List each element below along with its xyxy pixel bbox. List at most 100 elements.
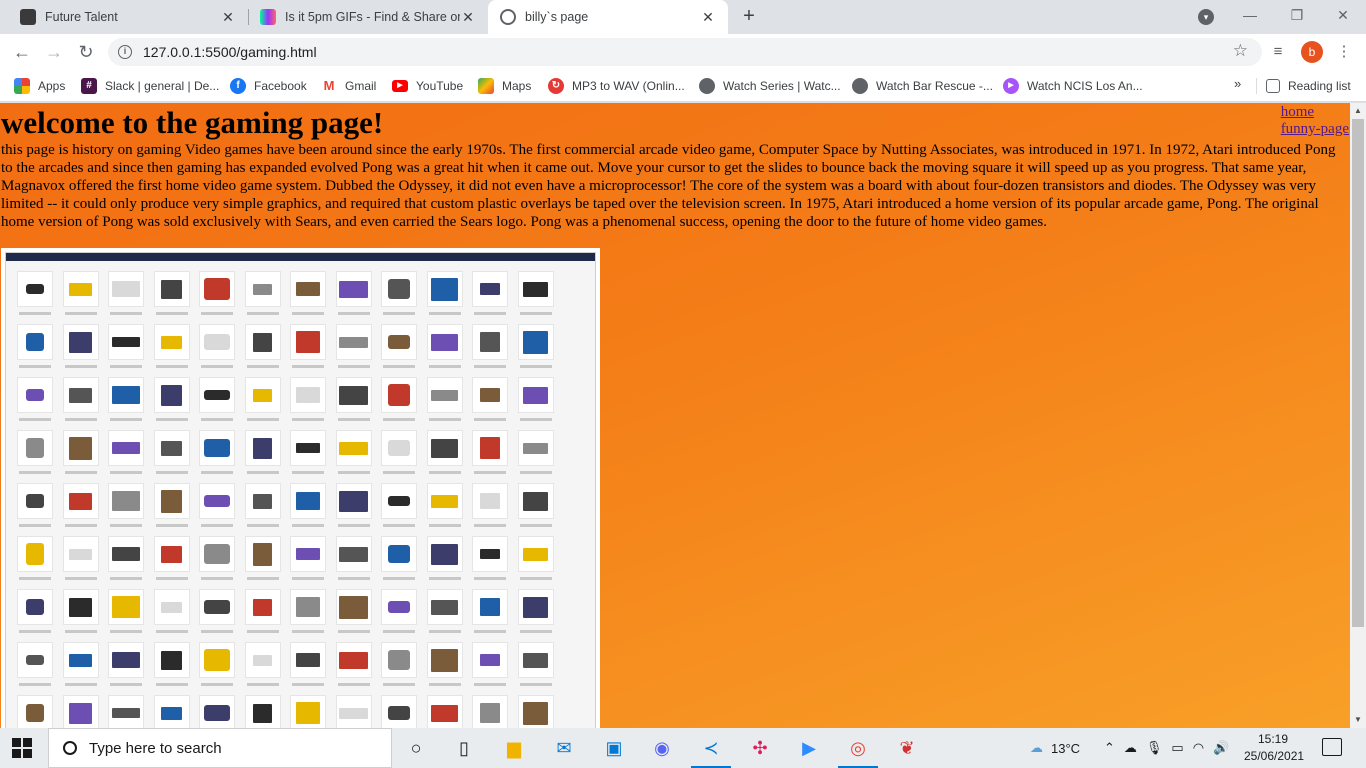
bookmark-label: Gmail [345,79,377,93]
onedrive-icon[interactable]: ☁ [1124,740,1137,756]
bookmark-youtube[interactable]: ▶ YouTube [392,76,463,96]
play-icon: ▶ [1003,78,1019,94]
bookmark-mp3-to-wav[interactable]: ↻ MP3 to WAV (Onlin... [548,76,685,96]
console-thumbnail [242,430,285,483]
console-thumbnail [424,536,467,589]
console-thumbnail [196,271,239,324]
console-thumbnail [287,271,330,324]
url-text[interactable]: 127.0.0.1:5500/gaming.html [143,44,317,60]
mail-icon[interactable]: ✉ [550,734,578,762]
bookmark-maps[interactable]: Maps [478,76,531,96]
history-paragraph: this page is history on gaming Video gam… [1,142,1336,230]
chrome-icon[interactable]: ◎ [838,734,878,768]
battery-icon[interactable]: ▭ [1171,740,1183,756]
convert-icon: ↻ [548,78,564,94]
bookmark-apps[interactable]: Apps [14,76,65,96]
scroll-up-icon[interactable]: ▲ [1350,103,1366,119]
console-thumbnail [242,324,285,377]
browser-toolbar: ← → ↻ i 127.0.0.1:5500/gaming.html ☆ ≡ ⋮ [0,34,1366,70]
console-thumbnail [515,377,558,430]
bookmark-bar-rescue[interactable]: Watch Bar Rescue -... [852,76,993,96]
console-thumbnail [14,377,57,430]
console-thumbnail [14,483,57,536]
discord-icon[interactable]: ◉ [648,734,676,762]
minimize-icon[interactable]: — [1236,4,1264,26]
file-explorer-icon[interactable]: ▆ [500,734,528,762]
scroll-down-icon[interactable]: ▼ [1350,712,1366,728]
tab-search-icon[interactable]: ▾ [1198,9,1214,25]
wifi-icon[interactable]: ◠ [1193,740,1204,756]
windows-start-icon[interactable] [12,738,32,758]
scroll-thumb[interactable] [1352,119,1364,627]
console-thumbnail [242,589,285,642]
close-tab-icon[interactable]: ✕ [700,9,716,26]
tray-chevron-icon[interactable]: ⌃ [1104,740,1115,756]
tab-future-talent[interactable]: Future Talent ✕ [8,0,248,34]
youtube-icon: ▶ [392,80,408,92]
profile-avatar[interactable]: b [1301,41,1323,63]
cortana-icon[interactable]: ○ [402,734,430,762]
consoles-chart-image [5,252,596,728]
windows-taskbar: Type here to search ○ ▯ ▆ ✉ ▣ ◉ ≺ ✣ ▶ ◎ … [0,728,1366,768]
tab-giphy[interactable]: Is it 5pm GIFs - Find & Share on G ✕ [248,0,488,34]
media-control-icon[interactable]: ≡ [1268,42,1288,62]
back-icon[interactable]: ← [8,38,36,66]
funny-page-link[interactable]: funny-page [1281,121,1349,138]
close-tab-icon[interactable]: ✕ [220,9,236,26]
console-thumbnail [515,324,558,377]
site-info-icon[interactable]: i [118,45,132,59]
console-thumbnail [196,324,239,377]
console-thumbnail [287,377,330,430]
console-thumbnail [14,695,57,728]
close-tab-icon[interactable]: ✕ [460,9,476,26]
page-title: welcome to the gaming page! [1,105,384,140]
home-link[interactable]: home [1281,104,1349,121]
forward-icon[interactable]: → [40,38,68,66]
console-thumbnail [14,642,57,695]
bookmark-watch-series[interactable]: Watch Series | Watc... [699,76,841,96]
bookmark-gmail[interactable]: M Gmail [321,76,376,96]
search-icon [63,741,77,755]
console-thumbnail [105,271,148,324]
task-view-icon[interactable]: ▯ [450,734,478,762]
console-thumbnail [287,324,330,377]
control-panel-icon[interactable]: ▣ [600,734,628,762]
facebook-icon: f [230,78,246,94]
slack-taskbar-icon[interactable]: ✣ [746,734,774,762]
menu-icon[interactable]: ⋮ [1334,42,1354,62]
close-window-icon[interactable]: ✕ [1329,4,1357,26]
volume-icon[interactable]: 🔊 [1213,740,1229,756]
notification-icon[interactable] [1322,738,1342,756]
app-icon[interactable]: ❦ [893,734,921,762]
zoom-icon[interactable]: ▶ [795,734,823,762]
more-bookmarks-icon[interactable]: » [1234,76,1241,91]
bookmark-star-icon[interactable]: ☆ [1233,41,1248,61]
slack-icon: # [81,78,97,94]
restore-icon[interactable]: ❐ [1283,4,1311,26]
console-thumbnail [515,695,558,728]
microphone-icon[interactable]: 🎙 [1146,740,1163,756]
console-thumbnail [287,536,330,589]
console-thumbnail [60,695,103,728]
bookmark-label: Facebook [254,79,307,93]
tab-billys-page[interactable]: billy`s page ✕ [488,0,728,34]
bookmark-label: Watch NCIS Los An... [1027,79,1143,93]
console-thumbnail [378,642,421,695]
tab-title: Future Talent [45,10,118,24]
reading-list-button[interactable]: Reading list [1266,76,1351,96]
bookmark-ncis[interactable]: ▶ Watch NCIS Los An... [1003,76,1143,96]
bookmark-facebook[interactable]: f Facebook [230,76,307,96]
vertical-scrollbar[interactable]: ▲ ▼ [1350,103,1366,728]
taskbar-search[interactable]: Type here to search [48,728,392,768]
reload-icon[interactable]: ↻ [72,38,100,66]
address-bar[interactable]: i 127.0.0.1:5500/gaming.html ☆ [108,38,1262,66]
weather-widget[interactable]: ☁ 13°C [1030,728,1080,768]
vscode-icon[interactable]: ≺ [691,734,731,768]
console-thumbnail [378,430,421,483]
console-thumbnail [469,695,512,728]
console-thumbnail [242,642,285,695]
bookmark-slack[interactable]: # Slack | general | De... [81,76,219,96]
new-tab-icon[interactable]: + [738,5,760,27]
clock[interactable]: 15:19 25/06/2021 [1244,731,1304,765]
console-thumbnail [242,271,285,324]
